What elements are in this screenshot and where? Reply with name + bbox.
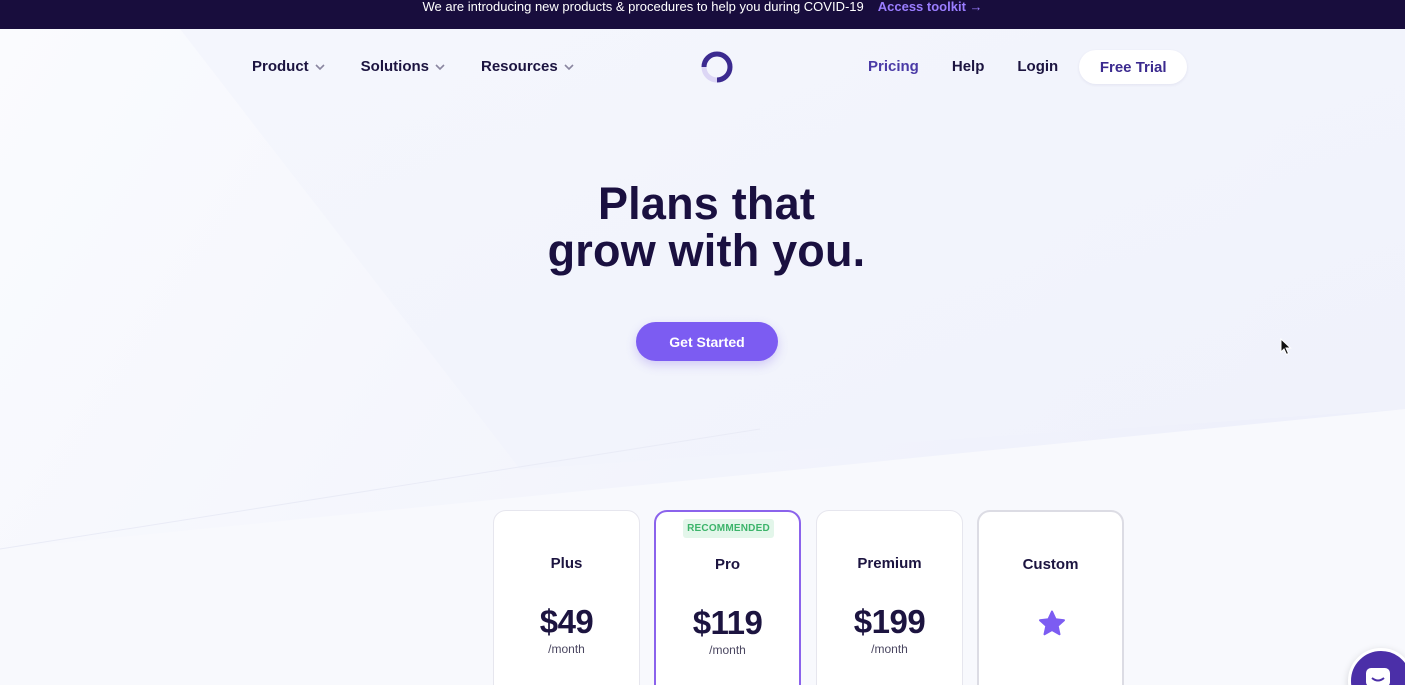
nav-item-product[interactable]: Product	[252, 58, 325, 75]
primary-nav: Product Solutions Resources	[252, 58, 610, 75]
title-line-1: Plans that	[597, 178, 816, 229]
star-icon	[1039, 610, 1065, 636]
plan-card-plus[interactable]: Plus $49 /month	[493, 510, 640, 685]
recommended-badge: RECOMMENDED	[683, 519, 774, 538]
nav-item-label: Solutions	[360, 58, 429, 75]
ring-logo-icon[interactable]	[700, 50, 734, 84]
access-toolkit-link[interactable]: Access toolkit →	[878, 0, 983, 29]
chevron-down-icon	[564, 63, 574, 70]
get-started-button[interactable]: Get Started	[636, 322, 778, 361]
nav-link-login[interactable]: Login	[1017, 50, 1058, 84]
plan-price: $49	[539, 603, 594, 640]
banner-text: We are introducing new products & proced…	[422, 0, 864, 14]
page-title: Plans that grow with you.	[0, 180, 1405, 274]
plan-price: $199	[853, 603, 926, 640]
pricing-page: We are introducing new products & proced…	[0, 0, 1405, 685]
secondary-nav: Pricing Help Login Free Trial	[868, 50, 1188, 84]
plan-card-pro[interactable]: RECOMMENDED Pro $119 /month	[654, 510, 801, 685]
chevron-down-icon	[315, 63, 325, 70]
chat-icon	[1366, 668, 1390, 685]
plan-period: /month	[871, 642, 908, 656]
plan-card-custom[interactable]: Custom	[977, 510, 1124, 685]
plan-name: Plus	[550, 555, 583, 572]
title-line-2: grow with you.	[547, 225, 866, 276]
plan-period: /month	[548, 642, 585, 656]
nav-link-pricing[interactable]: Pricing	[868, 50, 919, 84]
plan-name: Custom	[1022, 556, 1079, 573]
nav-item-resources[interactable]: Resources	[481, 58, 574, 75]
nav-link-help[interactable]: Help	[952, 50, 985, 84]
plan-name: Premium	[857, 555, 922, 572]
nav-item-solutions[interactable]: Solutions	[361, 58, 445, 75]
plan-name: Pro	[714, 556, 740, 573]
nav-item-label: Product	[252, 58, 309, 75]
mouse-cursor-icon	[1280, 338, 1292, 356]
plan-card-premium[interactable]: Premium $199 /month	[816, 510, 963, 685]
chevron-down-icon	[435, 63, 445, 70]
nav-item-label: Resources	[481, 58, 558, 75]
announcement-banner: We are introducing new products & proced…	[0, 0, 1405, 29]
plan-price: $119	[692, 604, 763, 641]
free-trial-button[interactable]: Free Trial	[1079, 50, 1188, 84]
plan-period: /month	[709, 643, 746, 657]
